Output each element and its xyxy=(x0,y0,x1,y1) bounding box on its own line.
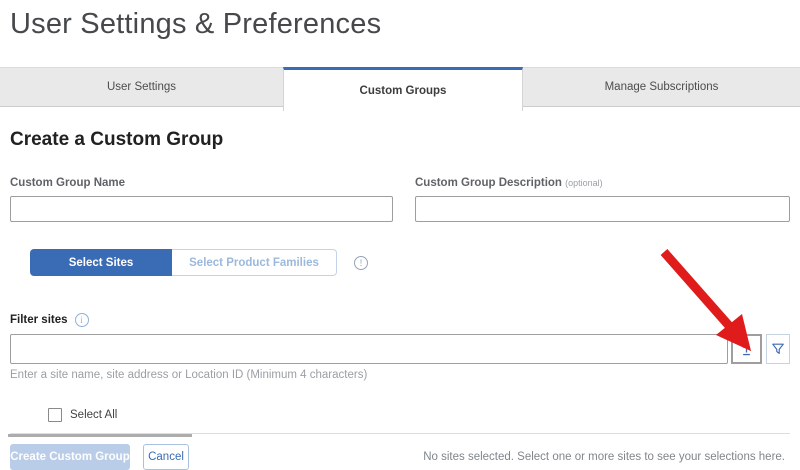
tab-manage-subscriptions[interactable]: Manage Subscriptions xyxy=(523,67,800,107)
tab-panel-custom-groups: Create a Custom Group Custom Group Name … xyxy=(0,129,800,470)
select-all-checkbox[interactable] xyxy=(48,408,62,422)
info-icon[interactable]: i xyxy=(75,313,89,327)
select-product-families-button[interactable]: Select Product Families xyxy=(172,249,337,276)
tab-user-settings-label: User Settings xyxy=(107,81,176,93)
cancel-button[interactable]: Cancel xyxy=(143,444,189,470)
filter-helper-text: Enter a site name, site address or Locat… xyxy=(10,369,790,381)
upload-sites-button[interactable] xyxy=(731,334,762,364)
tab-manage-subscriptions-label: Manage Subscriptions xyxy=(605,81,719,93)
group-description-input[interactable] xyxy=(415,196,790,222)
tab-custom-groups[interactable]: Custom Groups xyxy=(283,67,523,111)
filter-sites-label: Filter sites xyxy=(10,314,68,326)
filter-sites-label-row: Filter sites i xyxy=(10,313,790,327)
horizontal-scrollbar-thumb[interactable] xyxy=(8,434,192,437)
selection-status-text: No sites selected. Select one or more si… xyxy=(423,451,790,463)
optional-hint: (optional) xyxy=(565,178,603,188)
filter-icon xyxy=(771,342,785,356)
upload-icon xyxy=(739,342,754,357)
selection-mode-row: Select Sites Select Product Families ! xyxy=(10,249,790,276)
select-all-label: Select All xyxy=(70,409,117,421)
group-name-label: Custom Group Name xyxy=(10,177,393,189)
user-settings-page: User Settings & Preferences User Setting… xyxy=(0,8,800,464)
footer-actions: Create Custom Group Cancel No sites sele… xyxy=(10,444,790,470)
group-description-label: Custom Group Description (optional) xyxy=(415,177,790,189)
group-form-row: Custom Group Name Custom Group Descripti… xyxy=(10,177,790,222)
results-divider xyxy=(10,433,790,437)
selection-mode-toggle: Select Sites Select Product Families xyxy=(30,249,337,276)
info-icon[interactable]: ! xyxy=(354,256,368,270)
tab-bar: User Settings Custom Groups Manage Subsc… xyxy=(0,67,800,111)
group-description-field-group: Custom Group Description (optional) xyxy=(415,177,790,222)
select-all-row: Select All xyxy=(48,408,790,422)
select-sites-button[interactable]: Select Sites xyxy=(30,249,172,276)
create-custom-group-button[interactable]: Create Custom Group xyxy=(10,444,130,470)
section-heading: Create a Custom Group xyxy=(10,129,790,151)
tab-user-settings[interactable]: User Settings xyxy=(0,67,283,107)
filter-sites-input[interactable] xyxy=(10,334,728,364)
filter-sites-row xyxy=(10,334,790,364)
group-name-field-group: Custom Group Name xyxy=(10,177,393,222)
page-title: User Settings & Preferences xyxy=(10,8,800,41)
group-name-input[interactable] xyxy=(10,196,393,222)
filter-sites-toggle-button[interactable] xyxy=(766,334,790,364)
tab-custom-groups-label: Custom Groups xyxy=(360,85,447,97)
